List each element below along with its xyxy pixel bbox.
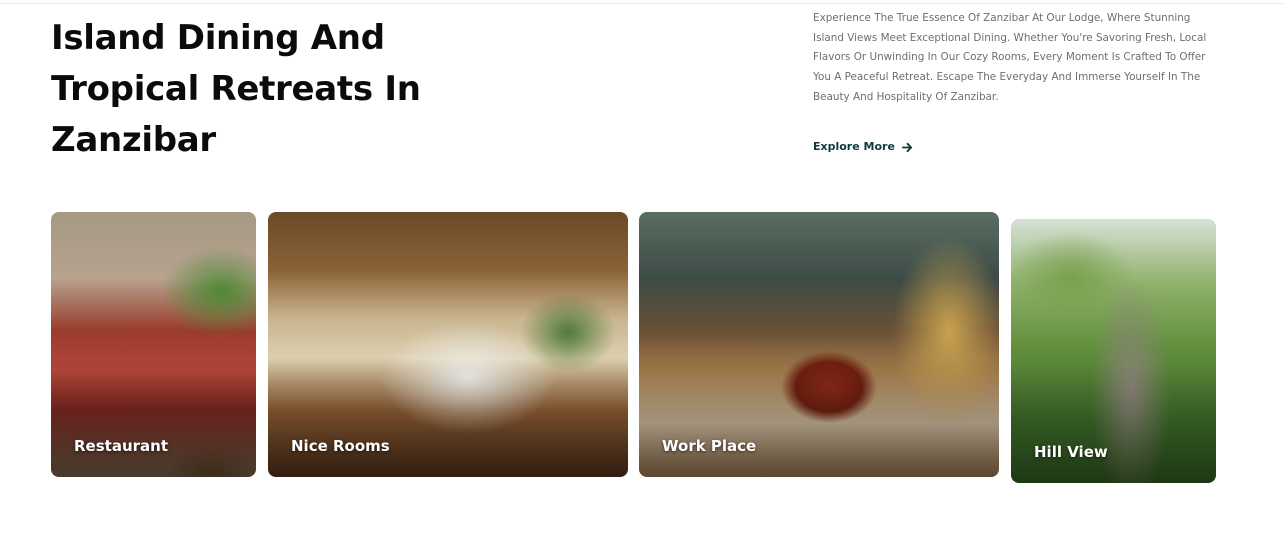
- card-label: Work Place: [662, 437, 757, 455]
- card-overlay: [51, 357, 256, 477]
- page-title: Island Dining And Tropical Retreats In Z…: [51, 18, 421, 160]
- arrow-right-icon: [901, 142, 913, 153]
- card-hill-view[interactable]: Hill View: [1011, 219, 1216, 483]
- card-overlay: [268, 357, 628, 477]
- card-overlay: [639, 357, 999, 477]
- explore-more-label: Explore More: [813, 140, 895, 153]
- intro-paragraph: Experience The True Essence Of Zanzibar …: [813, 12, 1207, 103]
- top-divider: [0, 3, 1283, 4]
- explore-more-link[interactable]: Explore More: [813, 137, 913, 157]
- card-label: Hill View: [1034, 443, 1108, 461]
- card-label: Nice Rooms: [291, 437, 390, 455]
- card-work-place[interactable]: Work Place: [639, 212, 999, 477]
- card-overlay: [1011, 364, 1216, 483]
- card-nice-rooms[interactable]: Nice Rooms: [268, 212, 628, 477]
- card-label: Restaurant: [74, 437, 168, 455]
- card-restaurant[interactable]: Restaurant: [51, 212, 256, 477]
